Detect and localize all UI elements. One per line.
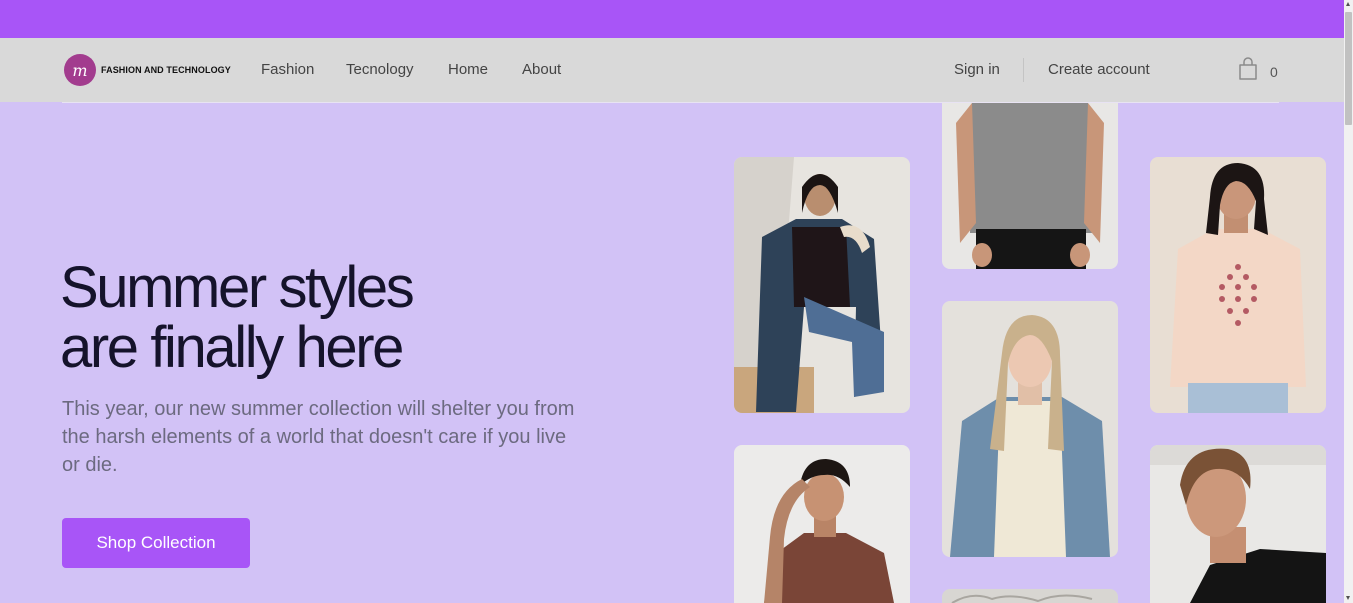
woman-peach-graphic-tee-photo	[1150, 157, 1326, 413]
promo-bar	[0, 0, 1344, 38]
sign-in-link[interactable]: Sign in	[954, 61, 1000, 78]
nav-separator	[1023, 58, 1024, 82]
page-scrollbar[interactable]	[1344, 0, 1353, 603]
man-brown-tshirt-photo	[734, 445, 910, 603]
scrollbar-thumb[interactable]	[1345, 12, 1352, 125]
cart-button[interactable]: 0	[1238, 57, 1278, 86]
shop-collection-button[interactable]: Shop Collection	[62, 518, 250, 568]
cart-count: 0	[1270, 63, 1278, 80]
woman-denim-jacket-photo	[734, 157, 910, 413]
scroll-up-arrow-icon[interactable]	[1346, 2, 1350, 6]
nav-link-tecnology[interactable]: Tecnology	[346, 61, 414, 78]
scroll-down-arrow-icon[interactable]	[1346, 596, 1350, 600]
hero-description: This year, our new summer collection wil…	[62, 398, 575, 476]
hero-title-line-1: Summer styles	[60, 255, 415, 320]
man-gray-tshirt-photo	[942, 103, 1118, 269]
brand-name: FASHION AND TECHNOLOGY	[101, 65, 231, 75]
woman-jean-jacket-photo	[942, 301, 1118, 557]
man-black-tshirt-photo	[1150, 445, 1326, 603]
nav-link-about[interactable]: About	[522, 61, 561, 78]
hero-title-line-2: are finally here	[60, 315, 404, 380]
brand-logo[interactable]: m FASHION AND TECHNOLOGY	[64, 54, 231, 86]
shopping-bag-icon	[1238, 57, 1258, 86]
nav-link-fashion[interactable]: Fashion	[261, 61, 314, 78]
create-account-link[interactable]: Create account	[1048, 61, 1150, 78]
logo-mark-icon: m	[64, 54, 96, 86]
hero-title: Summer styles are finally here	[60, 255, 415, 380]
nav-link-home[interactable]: Home	[448, 61, 488, 78]
partial-photo	[942, 589, 1118, 603]
